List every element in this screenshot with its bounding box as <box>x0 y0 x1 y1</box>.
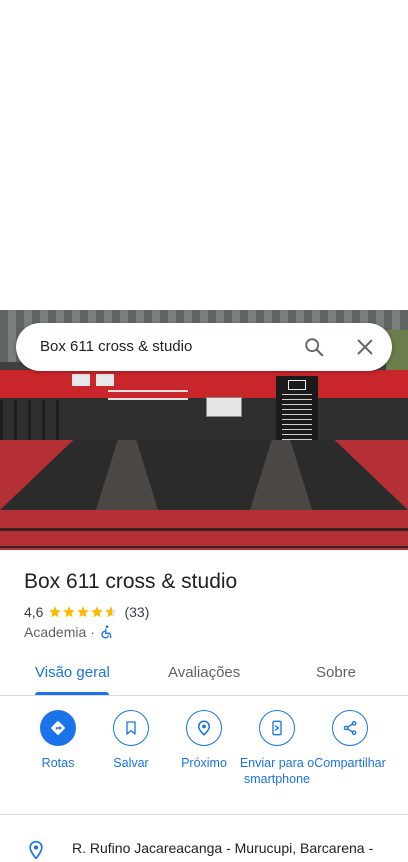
wheelchair-accessible-icon <box>101 625 112 639</box>
save-button[interactable]: Salvar <box>91 710 171 771</box>
star-rating <box>48 605 118 619</box>
map-blank-area <box>0 0 408 310</box>
nearby-icon <box>197 720 211 736</box>
close-icon[interactable] <box>354 336 376 358</box>
tab-reviews[interactable]: Avaliações <box>168 664 240 681</box>
nearby-label: Próximo <box>181 756 227 770</box>
tab-overview[interactable]: Visão geral <box>35 664 110 681</box>
search-icon[interactable] <box>303 336 325 358</box>
star-icon <box>49 606 62 618</box>
nearby-button[interactable]: Próximo <box>164 710 244 771</box>
place-category: Academia <box>24 624 87 640</box>
bookmark-icon <box>126 721 136 735</box>
star-icon <box>91 606 104 618</box>
search-bar[interactable]: Box 611 cross & studio <box>16 323 392 371</box>
star-icon <box>77 606 90 618</box>
star-icon <box>63 606 76 618</box>
send-to-phone-button[interactable]: Enviar para o smartphone <box>237 710 317 787</box>
tab-about[interactable]: Sobre <box>316 664 356 681</box>
directions-icon <box>51 721 65 735</box>
share-label: Compartilhar <box>314 756 386 770</box>
separator-dot: · <box>90 624 95 640</box>
share-icon <box>343 721 357 735</box>
directions-label: Rotas <box>41 756 75 770</box>
directions-button[interactable]: Rotas <box>18 710 98 771</box>
category-row: Academia · <box>24 624 115 640</box>
send-to-phone-label: Enviar para o smartphone <box>239 756 315 786</box>
search-input[interactable]: Box 611 cross & studio <box>40 338 192 355</box>
location-pin-icon <box>29 840 43 860</box>
active-tab-indicator <box>35 692 109 695</box>
star-icon <box>105 606 118 618</box>
tab-bar: Visão geral Avaliações Sobre <box>0 650 408 696</box>
rating-row[interactable]: 4,6 (33) <box>24 603 149 621</box>
place-title: Box 611 cross & studio <box>24 570 238 593</box>
address-text[interactable]: R. Rufino Jacareacanga - Murucupi, Barca… <box>72 838 392 862</box>
review-count[interactable]: (33) <box>124 604 149 620</box>
share-button[interactable]: Compartilhar <box>310 710 390 771</box>
rating-value: 4,6 <box>24 604 44 620</box>
save-label: Salvar <box>113 756 149 770</box>
divider <box>0 814 408 815</box>
action-buttons: Rotas Salvar Próximo Enviar para o smart… <box>0 710 408 810</box>
send-to-phone-icon <box>272 720 282 736</box>
